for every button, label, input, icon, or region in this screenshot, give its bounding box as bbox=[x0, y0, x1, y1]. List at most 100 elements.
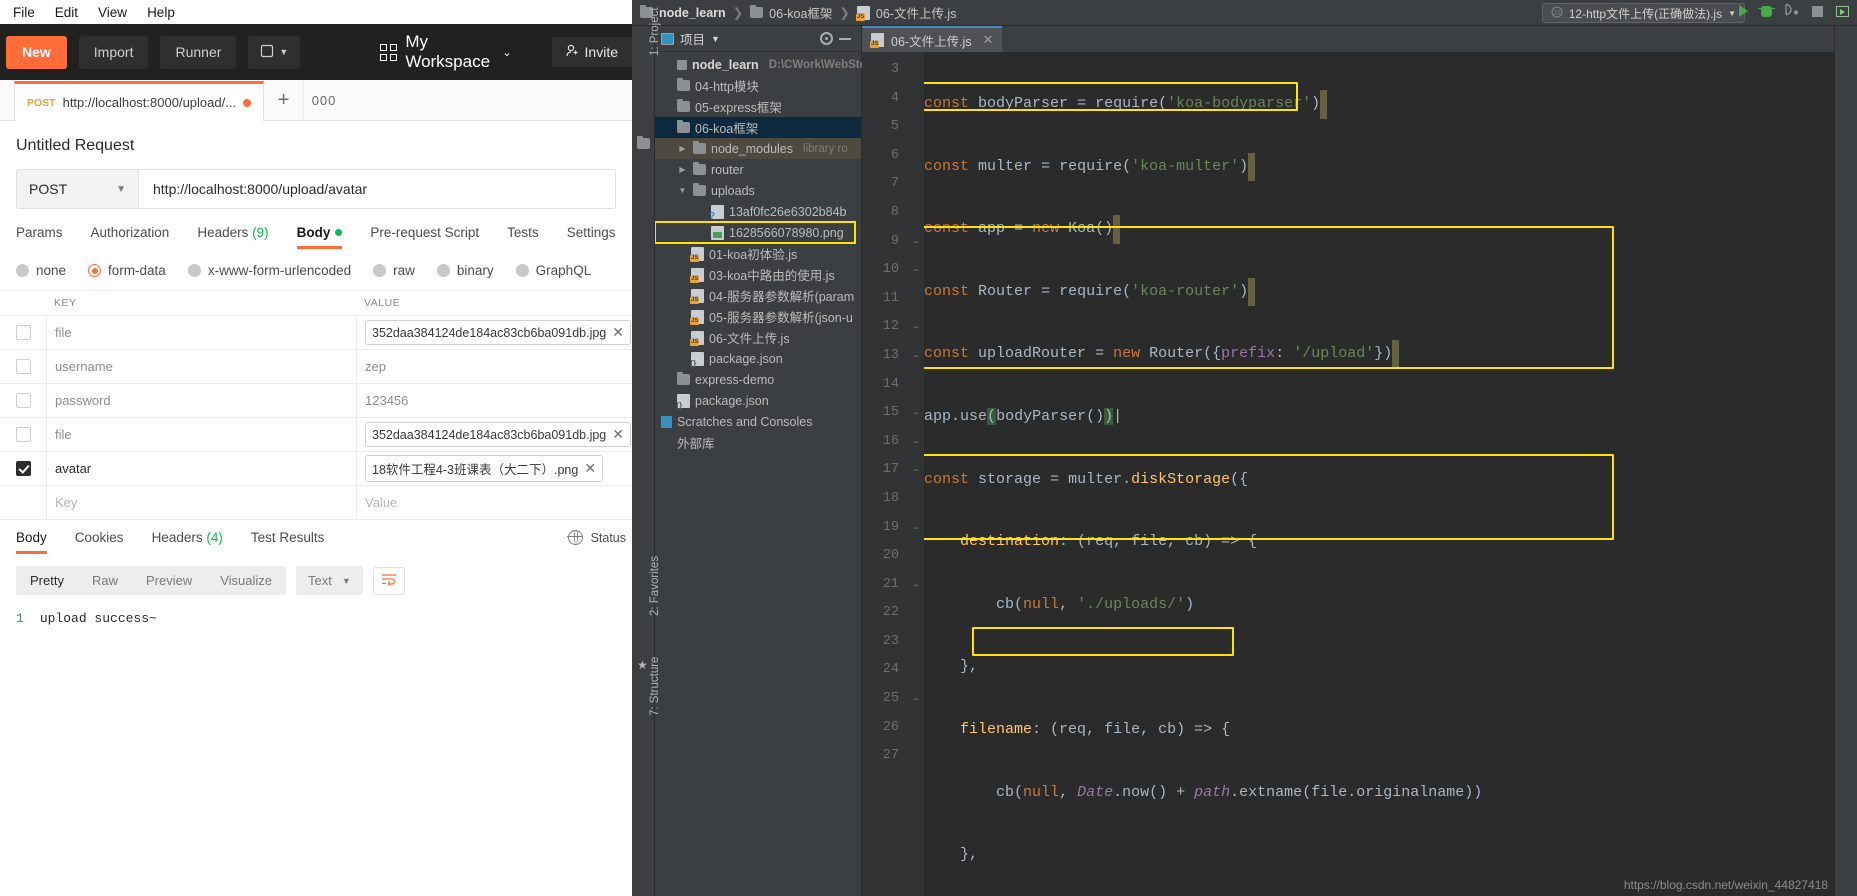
new-window-button[interactable]: ▼ bbox=[248, 35, 301, 69]
minimize-icon[interactable] bbox=[839, 37, 851, 40]
body-type-form-data[interactable]: form-data bbox=[88, 263, 166, 278]
body-type-graphql[interactable]: GraphQL bbox=[515, 263, 591, 278]
table-row[interactable]: avatar 18软件工程4-3班课表（大二下）.png ✕ bbox=[0, 451, 632, 485]
table-row[interactable]: username zep bbox=[0, 349, 632, 383]
url-input[interactable]: http://localhost:8000/upload/avatar bbox=[139, 170, 615, 208]
structure-rail-label[interactable]: 7: Structure bbox=[649, 657, 661, 716]
editor-tab-06-file-upload[interactable]: 06-文件上传.js ✕ bbox=[862, 26, 1003, 52]
tab-options-button[interactable]: 000 bbox=[304, 80, 344, 120]
view-mode-pretty[interactable]: Pretty bbox=[16, 566, 78, 595]
tree-item-uploads[interactable]: ▼ uploads bbox=[655, 180, 861, 201]
tree-item-05-express[interactable]: 05-express框架 bbox=[655, 96, 861, 117]
tree-item-router[interactable]: ▶ router bbox=[655, 159, 861, 180]
tree-item-1628566078980-png[interactable]: 1628566078980.png bbox=[654, 221, 856, 244]
run-icon[interactable] bbox=[1739, 5, 1748, 17]
row-key[interactable]: avatar bbox=[46, 452, 356, 485]
row-checkbox[interactable] bbox=[15, 325, 31, 340]
new-tab-button[interactable]: + bbox=[264, 80, 305, 120]
tab-params[interactable]: Params bbox=[16, 225, 63, 249]
new-button[interactable]: New bbox=[6, 35, 67, 69]
file-chip[interactable]: 352daa384124de184ac83cb6ba091db.jpg ✕ bbox=[365, 320, 631, 345]
code-folding-gutter[interactable]: − − − − − − − − − − bbox=[908, 52, 924, 896]
debug-icon[interactable] bbox=[1758, 5, 1775, 17]
menu-edit[interactable]: Edit bbox=[46, 3, 87, 22]
run-configuration-selector[interactable]: JS 12-http文件上传(正确做法).js ▼ bbox=[1541, 3, 1745, 23]
tab-headers[interactable]: Headers (9) bbox=[197, 225, 268, 249]
stop-icon[interactable] bbox=[1812, 5, 1823, 17]
format-select[interactable]: Text ▼ bbox=[296, 566, 363, 595]
response-tab-test-results[interactable]: Test Results bbox=[251, 530, 325, 554]
tree-item-03-koa-router[interactable]: 03-koa中路由的使用.js bbox=[655, 264, 861, 285]
tree-item-scratches[interactable]: Scratches and Consoles bbox=[655, 411, 861, 432]
response-tab-body[interactable]: Body bbox=[16, 530, 47, 554]
close-icon[interactable]: ✕ bbox=[983, 32, 994, 48]
file-chip[interactable]: 352daa384124de184ac83cb6ba091db.jpg ✕ bbox=[365, 422, 631, 447]
response-tab-cookies[interactable]: Cookies bbox=[75, 530, 124, 554]
invite-button[interactable]: Invite bbox=[551, 37, 632, 67]
favorites-rail-label[interactable]: 2: Favorites bbox=[649, 556, 661, 616]
row-value[interactable]: 123456 bbox=[356, 384, 632, 417]
tree-item-13af0fc[interactable]: 13af0fc26e6302b84b bbox=[655, 201, 861, 222]
view-mode-preview[interactable]: Preview bbox=[132, 566, 206, 595]
show-console-icon[interactable] bbox=[1836, 5, 1849, 17]
remove-file-icon[interactable]: ✕ bbox=[584, 460, 596, 477]
view-mode-visualize[interactable]: Visualize bbox=[206, 566, 286, 595]
method-select[interactable]: POST ▼ bbox=[17, 170, 139, 208]
body-type-binary[interactable]: binary bbox=[436, 263, 494, 278]
body-type-raw[interactable]: raw bbox=[373, 263, 415, 278]
tree-item-node_modules[interactable]: ▶ node_modules library ro bbox=[655, 138, 861, 159]
view-mode-raw[interactable]: Raw bbox=[78, 566, 132, 595]
run-with-coverage-icon[interactable] bbox=[1785, 3, 1799, 19]
row-key[interactable]: file bbox=[46, 418, 356, 451]
breadcrumb-folder[interactable]: 06-koa框架 bbox=[750, 3, 832, 22]
row-key[interactable]: file bbox=[46, 316, 356, 349]
breadcrumb-file[interactable]: 06-文件上传.js bbox=[855, 3, 956, 22]
tree-item-package-json-inner[interactable]: package.json bbox=[655, 348, 861, 369]
tree-item-05-json[interactable]: 05-服务器参数解析(json-u bbox=[655, 306, 861, 327]
twisty-right-icon[interactable]: ▶ bbox=[677, 165, 688, 174]
workspace-selector[interactable]: My Workspace ⌄ bbox=[380, 32, 512, 72]
import-button[interactable]: Import bbox=[78, 35, 149, 69]
table-row[interactable]: password 123456 bbox=[0, 383, 632, 417]
menu-view[interactable]: View bbox=[89, 3, 136, 22]
tab-tests[interactable]: Tests bbox=[507, 225, 539, 249]
row-checkbox[interactable] bbox=[15, 393, 31, 408]
body-type-none[interactable]: none bbox=[16, 263, 66, 278]
row-key[interactable]: username bbox=[46, 350, 356, 383]
menu-file[interactable]: File bbox=[4, 3, 44, 22]
tab-body[interactable]: Body bbox=[296, 225, 343, 249]
tree-item-04-params[interactable]: 04-服务器参数解析(param bbox=[655, 285, 861, 306]
runner-button[interactable]: Runner bbox=[160, 35, 237, 69]
twisty-down-icon[interactable]: ▼ bbox=[677, 186, 688, 195]
twisty-right-icon[interactable]: ▶ bbox=[677, 144, 688, 153]
tree-item-01-koa[interactable]: 01-koa初体验.js bbox=[655, 243, 861, 264]
body-type-urlencoded[interactable]: x-www-form-urlencoded bbox=[187, 263, 351, 278]
file-chip[interactable]: 18软件工程4-3班课表（大二下）.png ✕ bbox=[365, 455, 604, 482]
remove-file-icon[interactable]: ✕ bbox=[612, 426, 624, 443]
row-key[interactable]: password bbox=[46, 384, 356, 417]
tree-item-package-json-root[interactable]: package.json bbox=[655, 390, 861, 411]
row-checkbox[interactable] bbox=[15, 427, 31, 442]
wrap-lines-button[interactable] bbox=[372, 566, 405, 595]
gear-icon[interactable] bbox=[820, 32, 833, 45]
project-rail-label[interactable]: 1: Project bbox=[649, 7, 661, 56]
new-key-input[interactable]: Key bbox=[46, 486, 356, 519]
table-row-placeholder[interactable]: Key Value bbox=[0, 485, 632, 519]
new-value-input[interactable]: Value bbox=[356, 486, 632, 519]
tab-authorization[interactable]: Authorization bbox=[91, 225, 170, 249]
tab-settings[interactable]: Settings bbox=[567, 225, 616, 249]
table-row[interactable]: file 352daa384124de184ac83cb6ba091db.jpg… bbox=[0, 417, 632, 451]
tree-item-external-libraries[interactable]: 外部库 bbox=[655, 432, 861, 453]
response-tab-headers[interactable]: Headers (4) bbox=[152, 530, 223, 554]
tree-item-express-demo[interactable]: express-demo bbox=[655, 369, 861, 390]
request-tab[interactable]: POST http://localhost:8000/upload/... bbox=[14, 81, 265, 121]
tree-item-04-http[interactable]: 04-http模块 bbox=[655, 75, 861, 96]
chevron-down-icon[interactable]: ▼ bbox=[711, 34, 720, 44]
tree-item-06-upload[interactable]: 06-文件上传.js bbox=[655, 327, 861, 348]
row-value[interactable]: zep bbox=[356, 350, 632, 383]
row-checkbox[interactable] bbox=[15, 359, 31, 374]
tab-pre-request-script[interactable]: Pre-request Script bbox=[370, 225, 479, 249]
tree-item-06-koa[interactable]: 06-koa框架 bbox=[655, 117, 861, 138]
remove-file-icon[interactable]: ✕ bbox=[612, 324, 624, 341]
code-text[interactable]: const bodyParser = require('koa-bodypars… bbox=[924, 52, 1834, 896]
